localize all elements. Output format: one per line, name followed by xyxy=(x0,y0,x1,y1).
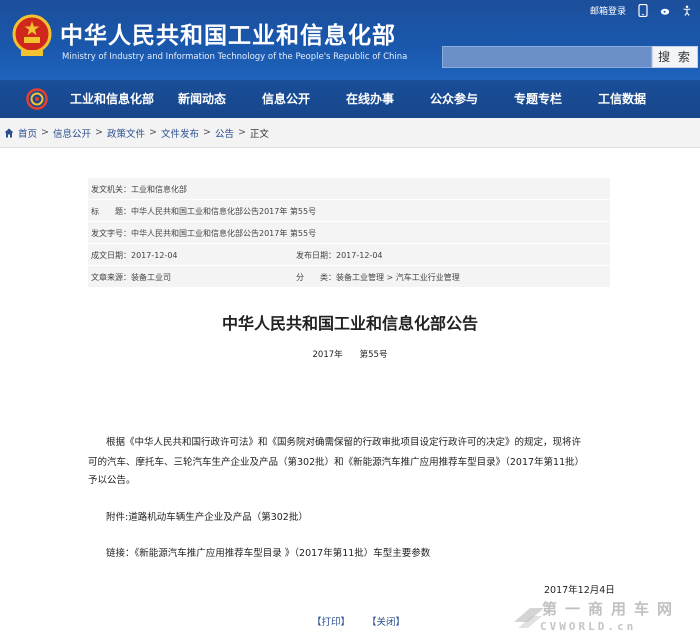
breadcrumb-policy-documents[interactable]: 政策文件 xyxy=(107,126,145,140)
nav-item-special-topics[interactable]: 专题专栏 xyxy=(514,80,562,118)
watermark-subtext: CVWORLD.cn xyxy=(540,620,637,633)
site-subtitle: Ministry of Industry and Information Tec… xyxy=(62,52,408,62)
search-input[interactable] xyxy=(442,46,652,68)
document-title: 中华人民共和国工业和信息化部公告 xyxy=(221,314,478,333)
close-button[interactable]: 【关闭】 xyxy=(367,617,405,628)
info-row-source: 文章来源：装备工业司 分 类：装备工业管理 > 汽车工业行业管理 xyxy=(88,266,610,288)
accessibility-icon[interactable] xyxy=(682,4,692,17)
nav-item-miit[interactable]: 工业和信息化部 xyxy=(70,80,154,118)
doc-number-label: 发文字号： xyxy=(91,229,131,238)
weibo-icon[interactable] xyxy=(660,4,670,17)
breadcrumb-separator: > xyxy=(95,127,103,138)
source-label: 文章来源： xyxy=(91,273,131,282)
nav-item-news[interactable]: 新闻动态 xyxy=(178,80,226,118)
issuer-value: 工业和信息化部 xyxy=(131,185,187,194)
document-date: 2017年12月4日 xyxy=(544,585,615,596)
title-label: 标 题： xyxy=(91,207,131,216)
home-icon xyxy=(4,128,14,137)
breadcrumb-document-release[interactable]: 文件发布 xyxy=(161,126,199,140)
info-row-dates: 成文日期：2017-12-04 发布日期：2017-12-04 xyxy=(88,244,610,266)
breadcrumb-current: 正文 xyxy=(249,128,269,140)
breadcrumb-announcement[interactable]: 公告 xyxy=(215,126,234,140)
body-paragraph-line-1: 根据《中华人民共和国行政许可法》和《国务院对确需保留的行政审批项目设定行政许可的… xyxy=(106,437,582,448)
main-nav: 工业和信息化部 新闻动态 信息公开 在线办事 公众参与 专题专栏 工信数据 xyxy=(0,80,700,118)
document-info-table: 发文机关：工业和信息化部 标 题：中华人民共和国工业和信息化部公告2017年 第… xyxy=(88,178,610,288)
top-links: 邮箱登录 xyxy=(590,4,692,17)
category-value: 装备工业管理 > 汽车工业行业管理 xyxy=(336,273,460,282)
attachment-link[interactable]: 附件:道路机动车辆生产企业及产品（第302批） xyxy=(106,509,308,523)
document-actions: 【打印】 【关闭】 xyxy=(312,614,419,628)
document-number: 2017年 第55号 xyxy=(312,350,388,360)
breadcrumb-home[interactable]: 首页 xyxy=(18,126,37,140)
body-paragraph-line-3: 予以公告。 xyxy=(88,475,136,486)
created-date-label: 成文日期： xyxy=(91,251,131,260)
site-header: 中华人民共和国工业和信息化部 Ministry of Industry and … xyxy=(0,0,700,80)
info-row-doc-number: 发文字号：中华人民共和国工业和信息化部公告2017年 第55号 xyxy=(88,222,610,244)
site-title: 中华人民共和国工业和信息化部 xyxy=(60,23,396,49)
category-label: 分 类： xyxy=(296,273,336,282)
breadcrumb: 首页 > 信息公开 > 政策文件 > 文件发布 > 公告 > 正文 xyxy=(0,118,700,148)
nav-item-online-services[interactable]: 在线办事 xyxy=(346,80,394,118)
created-date-value: 2017-12-04 xyxy=(131,251,178,260)
mobile-icon[interactable] xyxy=(638,4,648,17)
source-value: 装备工业司 xyxy=(131,273,171,282)
breadcrumb-info-disclosure[interactable]: 信息公开 xyxy=(53,126,91,140)
nav-item-public-participation[interactable]: 公众参与 xyxy=(430,80,478,118)
breadcrumb-separator: > xyxy=(148,127,157,138)
info-row-title: 标 题：中华人民共和国工业和信息化部公告2017年 第55号 xyxy=(88,200,610,222)
breadcrumb-separator: > xyxy=(202,127,211,138)
watermark: 第一商用车网 CVWORLD.cn xyxy=(512,598,698,642)
info-row-issuer: 发文机关：工业和信息化部 xyxy=(88,178,610,200)
miit-logo-icon[interactable] xyxy=(26,88,48,110)
print-button[interactable]: 【打印】 xyxy=(312,617,350,628)
search-button[interactable]: 搜 索 xyxy=(652,46,698,68)
nav-item-data[interactable]: 工信数据 xyxy=(598,80,646,118)
title-value: 中华人民共和国工业和信息化部公告2017年 第55号 xyxy=(131,207,317,216)
email-login-link[interactable]: 邮箱登录 xyxy=(590,4,626,17)
issuer-label: 发文机关： xyxy=(91,185,131,194)
watermark-text: 第一商用车网 xyxy=(542,600,681,618)
published-date-value: 2017-12-04 xyxy=(336,251,383,260)
related-link[interactable]: 链接：《新能源汽车推广应用推荐车型目录 》（2017年第11批）车型主要参数 xyxy=(106,545,430,559)
nav-item-info-disclosure[interactable]: 信息公开 xyxy=(262,80,310,118)
breadcrumb-separator: > xyxy=(41,127,49,138)
published-date-label: 发布日期： xyxy=(296,251,336,260)
body-paragraph-line-2: 可的汽车、摩托车、三轮汽车生产企业及产品（第302批）和《新能源汽车推广应用推荐… xyxy=(88,457,585,468)
doc-number-value: 中华人民共和国工业和信息化部公告2017年 第55号 xyxy=(131,229,317,238)
breadcrumb-separator: > xyxy=(237,127,246,138)
national-emblem-icon xyxy=(12,14,52,56)
